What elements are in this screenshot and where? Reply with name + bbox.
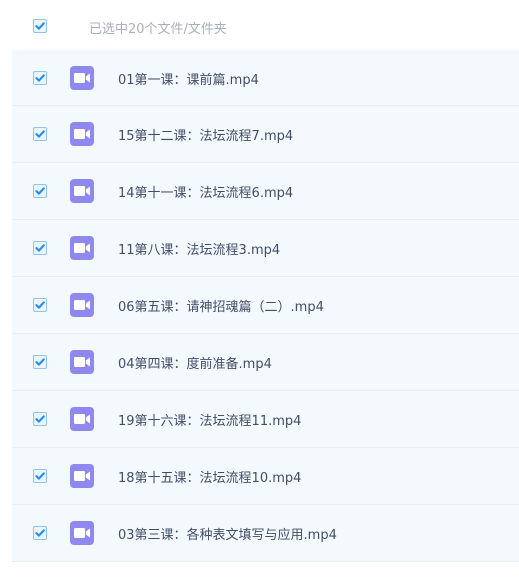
file-row[interactable]: 11第八课：法坛流程3.mp4 [12, 220, 519, 277]
select-all-checkbox[interactable] [33, 19, 47, 33]
video-file-icon [70, 521, 94, 545]
file-name[interactable]: 03第三课：各种表文填写与应用.mp4 [118, 524, 337, 543]
checkmark-icon [35, 529, 45, 537]
file-name[interactable]: 04第四课：度前准备.mp4 [118, 353, 272, 372]
checkmark-icon [35, 301, 45, 309]
checkmark-icon [35, 244, 45, 252]
file-row[interactable]: 14第十一课：法坛流程6.mp4 [12, 163, 519, 220]
selection-header: 已选中20个文件/文件夹 [0, 0, 519, 50]
file-row[interactable]: 03第三课：各种表文填写与应用.mp4 [12, 505, 519, 562]
file-name[interactable]: 06第五课：请神招魂篇（二）.mp4 [118, 296, 324, 315]
checkmark-icon [35, 22, 45, 30]
file-checkbox[interactable] [33, 71, 47, 85]
file-name[interactable]: 11第八课：法坛流程3.mp4 [118, 239, 280, 258]
selection-count-label: 已选中20个文件/文件夹 [89, 22, 227, 37]
file-name[interactable]: 18第十五课：法坛流程10.mp4 [118, 467, 301, 486]
file-checkbox[interactable] [33, 355, 47, 369]
checkmark-icon [35, 358, 45, 366]
checkmark-icon [35, 130, 45, 138]
checkmark-icon [35, 74, 45, 82]
video-file-icon [70, 293, 94, 317]
video-file-icon [70, 407, 94, 431]
video-file-icon [70, 464, 94, 488]
file-checkbox[interactable] [33, 298, 47, 312]
checkmark-icon [35, 187, 45, 195]
file-checkbox[interactable] [33, 526, 47, 540]
video-file-icon [70, 66, 94, 90]
checkmark-icon [35, 415, 45, 423]
file-row[interactable]: 01第一课：课前篇.mp4 [12, 50, 519, 106]
file-selection-panel: 已选中20个文件/文件夹 01第一课：课前篇.mp4 15第十二课：法坛流程7.… [0, 0, 519, 578]
file-row[interactable]: 19第十六课：法坛流程11.mp4 [12, 391, 519, 448]
file-row[interactable]: 04第四课：度前准备.mp4 [12, 334, 519, 391]
file-row[interactable]: 15第十二课：法坛流程7.mp4 [12, 106, 519, 163]
file-checkbox[interactable] [33, 412, 47, 426]
checkmark-icon [35, 472, 45, 480]
file-name[interactable]: 15第十二课：法坛流程7.mp4 [118, 125, 293, 144]
file-checkbox[interactable] [33, 184, 47, 198]
file-name[interactable]: 19第十六课：法坛流程11.mp4 [118, 410, 301, 429]
file-row[interactable]: 18第十五课：法坛流程10.mp4 [12, 448, 519, 505]
video-file-icon [70, 350, 94, 374]
file-checkbox[interactable] [33, 469, 47, 483]
video-file-icon [70, 122, 94, 146]
file-name[interactable]: 14第十一课：法坛流程6.mp4 [118, 182, 293, 201]
video-file-icon [70, 236, 94, 260]
video-file-icon [70, 179, 94, 203]
file-row[interactable]: 06第五课：请神招魂篇（二）.mp4 [12, 277, 519, 334]
file-list: 01第一课：课前篇.mp4 15第十二课：法坛流程7.mp4 14第十一课：法坛… [12, 50, 519, 562]
file-checkbox[interactable] [33, 127, 47, 141]
file-checkbox[interactable] [33, 241, 47, 255]
file-name[interactable]: 01第一课：课前篇.mp4 [118, 69, 259, 88]
